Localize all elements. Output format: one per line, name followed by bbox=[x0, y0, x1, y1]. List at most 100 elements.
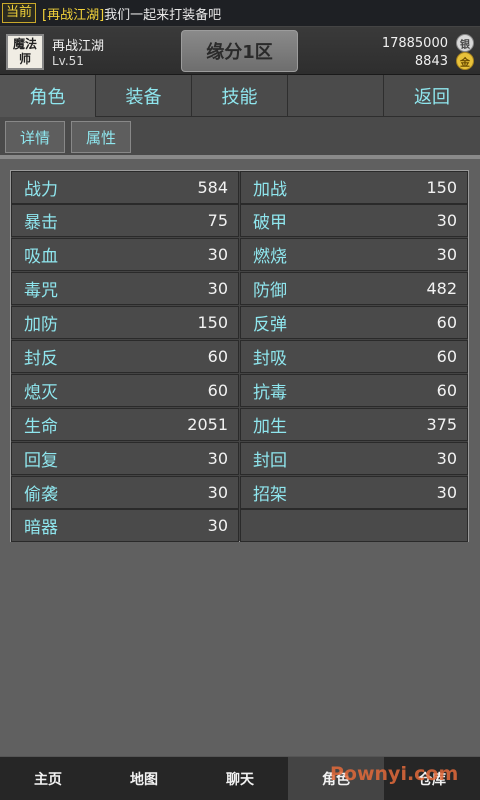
attribute-row: 战力 584 加战 150 bbox=[11, 171, 468, 204]
subtab-attributes[interactable]: 属性 bbox=[71, 121, 131, 153]
attribute-cell: 毒咒 30 bbox=[11, 272, 239, 305]
attribute-cell: 招架 30 bbox=[240, 476, 468, 509]
attribute-value: 150 bbox=[197, 313, 228, 332]
attribute-cell: 吸血 30 bbox=[11, 238, 239, 271]
nav-home[interactable]: 主页 bbox=[0, 757, 96, 800]
attribute-value: 30 bbox=[436, 211, 457, 230]
attribute-value: 30 bbox=[207, 483, 228, 502]
attribute-label: 加战 bbox=[253, 180, 287, 200]
attribute-label: 招架 bbox=[253, 485, 287, 505]
attribute-cell: 暴击 75 bbox=[11, 204, 239, 237]
attribute-cell: 暗器 30 bbox=[11, 509, 239, 542]
tab-empty bbox=[288, 75, 384, 117]
player-header: 魔法师 再战江湖 Lv.51 缘分1区 17885000 银 8843 金 bbox=[0, 27, 480, 75]
silver-coin-icon: 银 bbox=[456, 34, 474, 52]
attribute-label: 偷袭 bbox=[24, 485, 58, 505]
attribute-label: 暗器 bbox=[24, 518, 58, 538]
sub-tab-bar: 详情 属性 bbox=[0, 117, 480, 159]
subtab-details[interactable]: 详情 bbox=[5, 121, 65, 153]
attribute-row: 吸血 30 燃烧 30 bbox=[11, 238, 468, 271]
attribute-cell: 偷袭 30 bbox=[11, 476, 239, 509]
attribute-row: 偷袭 30 招架 30 bbox=[11, 476, 468, 509]
ticker-speaker: [再战江湖] bbox=[42, 7, 105, 23]
silver-currency: 17885000 银 bbox=[382, 34, 474, 52]
gold-coin-icon: 金 bbox=[456, 52, 474, 70]
attribute-cell: 生命 2051 bbox=[11, 408, 239, 441]
attribute-label: 防御 bbox=[253, 281, 287, 301]
silver-amount: 17885000 bbox=[381, 35, 448, 51]
attribute-label: 封反 bbox=[24, 349, 58, 369]
attribute-label: 破甲 bbox=[253, 213, 287, 233]
attribute-row: 毒咒 30 防御 482 bbox=[11, 272, 468, 305]
attribute-value: 482 bbox=[426, 279, 457, 298]
gold-amount: 8843 bbox=[414, 53, 448, 69]
attribute-value: 30 bbox=[207, 449, 228, 468]
attribute-row: 生命 2051 加生 375 bbox=[11, 408, 468, 441]
attribute-value: 150 bbox=[426, 178, 457, 197]
attribute-value: 2051 bbox=[187, 415, 228, 434]
empty-attribute-cell bbox=[240, 509, 468, 542]
attribute-value: 60 bbox=[436, 313, 457, 332]
attribute-cell: 防御 482 bbox=[240, 272, 468, 305]
attribute-label: 熄灭 bbox=[24, 383, 58, 403]
attribute-value: 30 bbox=[436, 449, 457, 468]
attribute-cell: 燃烧 30 bbox=[240, 238, 468, 271]
attribute-label: 封吸 bbox=[253, 349, 287, 369]
attribute-value: 75 bbox=[207, 211, 228, 230]
attribute-cell: 抗毒 60 bbox=[240, 374, 468, 407]
attribute-value: 30 bbox=[207, 245, 228, 264]
attribute-cell: 封吸 60 bbox=[240, 340, 468, 373]
attribute-row: 暴击 75 破甲 30 bbox=[11, 204, 468, 237]
attribute-cell: 反弹 60 bbox=[240, 306, 468, 339]
nav-chat[interactable]: 聊天 bbox=[192, 757, 288, 800]
attribute-cell: 熄灭 60 bbox=[11, 374, 239, 407]
attribute-label: 封回 bbox=[253, 451, 287, 471]
attribute-row: 封反 60 封吸 60 bbox=[11, 340, 468, 373]
chat-ticker[interactable]: 当前 [再战江湖] 我们一起来打装备吧 bbox=[0, 0, 480, 27]
attribute-panel: 战力 584 加战 150 暴击 75 破甲 30 吸血 30 燃烧 30 毒咒 30 防御 4… bbox=[10, 170, 469, 542]
attribute-label: 毒咒 bbox=[24, 281, 58, 301]
attribute-cell: 加防 150 bbox=[11, 306, 239, 339]
attribute-label: 抗毒 bbox=[253, 383, 287, 403]
attribute-cell: 破甲 30 bbox=[240, 204, 468, 237]
main-tab-bar: 角色 装备 技能 返回 bbox=[0, 75, 480, 117]
attribute-value: 60 bbox=[207, 381, 228, 400]
attribute-value: 30 bbox=[207, 279, 228, 298]
attribute-label: 加生 bbox=[253, 417, 287, 437]
channel-badge[interactable]: 当前 bbox=[2, 3, 37, 23]
tab-back[interactable]: 返回 bbox=[384, 75, 480, 117]
attribute-value: 30 bbox=[207, 516, 228, 535]
attribute-value: 584 bbox=[197, 178, 228, 197]
player-level: Lv.51 bbox=[52, 54, 84, 68]
attribute-cell: 战力 584 bbox=[11, 171, 239, 204]
attribute-cell: 封反 60 bbox=[11, 340, 239, 373]
server-button[interactable]: 缘分1区 bbox=[181, 30, 298, 72]
tab-equipment[interactable]: 装备 bbox=[96, 75, 192, 117]
watermark-logo: Pownyi.com bbox=[330, 763, 459, 785]
tab-skills[interactable]: 技能 bbox=[192, 75, 288, 117]
attribute-value: 375 bbox=[426, 415, 457, 434]
attribute-value: 30 bbox=[436, 483, 457, 502]
attribute-value: 30 bbox=[436, 245, 457, 264]
attribute-label: 暴击 bbox=[24, 213, 58, 233]
nav-map[interactable]: 地图 bbox=[96, 757, 192, 800]
avatar[interactable]: 魔法师 bbox=[6, 34, 44, 70]
tab-character[interactable]: 角色 bbox=[0, 75, 96, 117]
attribute-label: 生命 bbox=[24, 417, 58, 437]
attribute-label: 加防 bbox=[24, 315, 58, 335]
attribute-cell: 封回 30 bbox=[240, 442, 468, 475]
attribute-row: 加防 150 反弹 60 bbox=[11, 306, 468, 339]
attribute-label: 回复 bbox=[24, 451, 58, 471]
attribute-value: 60 bbox=[436, 347, 457, 366]
attribute-cell: 加战 150 bbox=[240, 171, 468, 204]
ticker-message: 我们一起来打装备吧 bbox=[104, 7, 222, 23]
attribute-row: 回复 30 封回 30 bbox=[11, 442, 468, 475]
attribute-label: 吸血 bbox=[24, 247, 58, 267]
attribute-value: 60 bbox=[207, 347, 228, 366]
attribute-label: 战力 bbox=[24, 180, 58, 200]
attribute-value: 60 bbox=[436, 381, 457, 400]
attribute-row: 熄灭 60 抗毒 60 bbox=[11, 374, 468, 407]
attribute-label: 反弹 bbox=[253, 315, 287, 335]
attribute-cell: 回复 30 bbox=[11, 442, 239, 475]
attribute-label: 燃烧 bbox=[253, 247, 287, 267]
